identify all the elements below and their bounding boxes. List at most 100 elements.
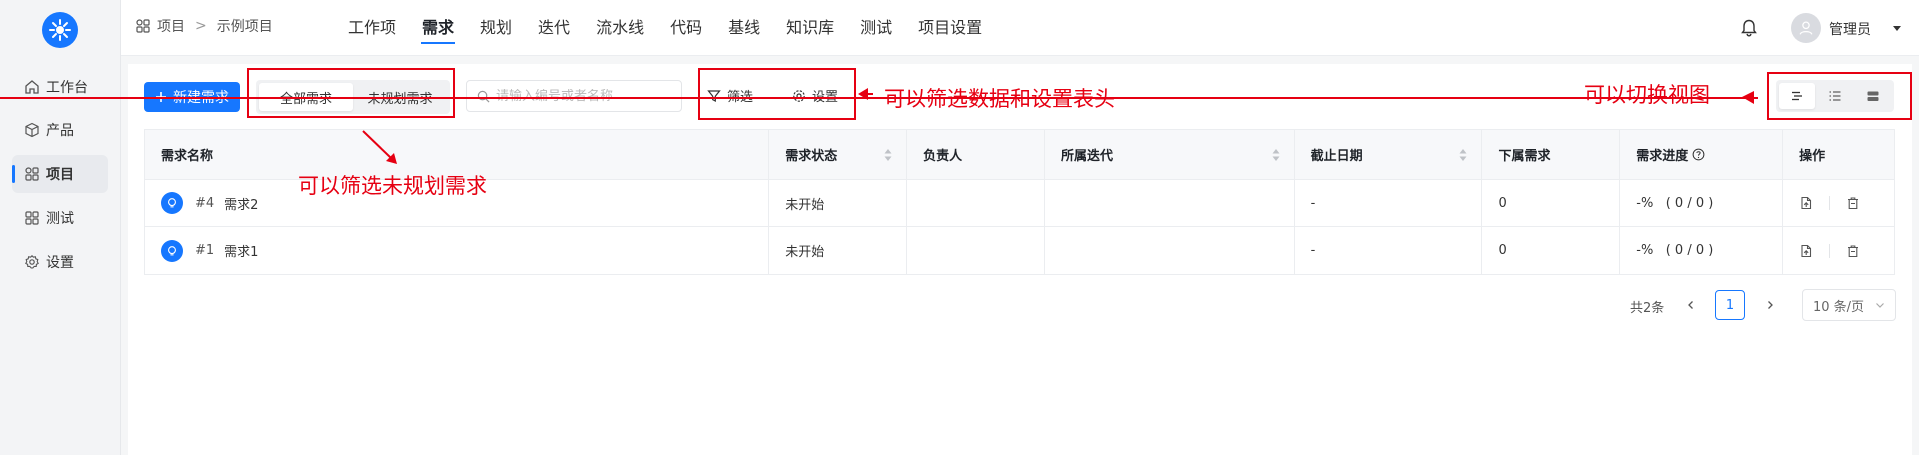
header-label: 截止日期 [1310, 149, 1363, 164]
user-icon [1799, 21, 1813, 35]
app-logo[interactable] [42, 12, 78, 48]
divider [1829, 196, 1831, 210]
grid-icon [24, 210, 40, 226]
header-label: 需求名称 [161, 149, 214, 164]
new-requirement-button[interactable]: 新建需求 [144, 82, 240, 112]
sidebar: 工作台 产品 项目 测试 设置 [0, 0, 121, 455]
status-cell[interactable]: 未开始 [769, 227, 908, 274]
tab-code[interactable]: 代码 [657, 0, 715, 56]
tab-planning[interactable]: 规划 [467, 0, 525, 56]
tab-project-settings[interactable]: 项目设置 [905, 0, 995, 56]
annotation-box-filter [698, 68, 856, 120]
top-header: 项目 > 示例项目 工作项 需求 规划 迭代 流水线 代码 基线 知识库 测试 … [121, 0, 1919, 56]
column-header-status[interactable]: 需求状态 [769, 130, 908, 179]
progress-cell: -% ( 0 / 0 ) [1620, 227, 1784, 274]
tab-test[interactable]: 测试 [847, 0, 905, 56]
column-header-due-date[interactable]: 截止日期 [1295, 130, 1483, 179]
tab-work-items[interactable]: 工作项 [335, 0, 409, 56]
breadcrumb: 项目 > 示例项目 [135, 16, 273, 36]
search-input[interactable] [496, 88, 666, 104]
plus-icon [156, 92, 166, 102]
divider [1829, 243, 1831, 258]
bell-icon[interactable] [1739, 18, 1759, 38]
requirement-title[interactable]: 需求2 [224, 194, 258, 213]
sidebar-item-workbench[interactable]: 工作台 [12, 68, 108, 106]
chevron-right-icon [1768, 301, 1773, 309]
page-number-button[interactable]: 1 [1715, 290, 1745, 320]
tab-pipeline[interactable]: 流水线 [583, 0, 657, 56]
new-requirement-label: 新建需求 [173, 90, 229, 106]
due-date-cell[interactable]: - [1295, 180, 1483, 226]
requirement-title[interactable]: 需求1 [224, 241, 258, 260]
tab-iterations[interactable]: 迭代 [525, 0, 583, 56]
sidebar-item-label: 测试 [46, 211, 74, 227]
sort-icon[interactable] [884, 148, 892, 162]
sidebar-item-settings[interactable]: 设置 [12, 243, 108, 281]
column-header-iteration[interactable]: 所属迭代 [1045, 130, 1295, 179]
help-icon[interactable] [1692, 148, 1705, 161]
sidebar-item-label: 设置 [46, 255, 74, 271]
requirements-table: 需求名称 需求状态 负责人 所属迭代 截止日期 下属需求 需求进度 操作 #4 … [144, 129, 1895, 275]
children-cell: 0 [1482, 227, 1621, 274]
table-row[interactable]: #1 需求1 未开始 - 0 -% ( 0 / 0 ) [145, 227, 1894, 274]
header-label: 操作 [1799, 149, 1826, 164]
caret-down-icon[interactable] [1891, 22, 1903, 34]
annotation-view-note: 可以切换视图 [1584, 83, 1710, 107]
children-cell: 0 [1482, 180, 1621, 226]
sidebar-item-test[interactable]: 测试 [12, 199, 108, 237]
export-file-icon[interactable] [1799, 244, 1813, 258]
search-box [466, 80, 682, 112]
requirement-type-icon [161, 239, 183, 262]
progress-cell: -% ( 0 / 0 ) [1620, 180, 1784, 226]
iteration-cell[interactable] [1045, 227, 1295, 274]
owner-cell[interactable] [907, 227, 1045, 274]
next-page-button[interactable] [1755, 290, 1785, 320]
requirement-code: #1 [195, 243, 215, 258]
prev-page-button[interactable] [1676, 290, 1706, 320]
sidebar-item-label: 工作台 [46, 80, 88, 96]
sidebar-item-project[interactable]: 项目 [12, 155, 108, 193]
column-header-owner: 负责人 [907, 130, 1045, 179]
sort-icon[interactable] [1272, 148, 1280, 162]
chevron-left-icon [1688, 301, 1693, 309]
sidebar-item-label: 项目 [46, 167, 74, 183]
gear-icon [24, 254, 40, 270]
status-cell[interactable]: 未开始 [769, 180, 908, 226]
header-label: 下属需求 [1498, 149, 1551, 164]
grid-icon [24, 166, 40, 182]
requirement-type-icon [161, 192, 183, 214]
search-icon [477, 90, 490, 102]
tab-knowledge-base[interactable]: 知识库 [773, 0, 847, 56]
sidebar-item-product[interactable]: 产品 [12, 111, 108, 149]
pagination-total: 共2条 [1630, 301, 1665, 316]
tab-requirements[interactable]: 需求 [409, 0, 467, 56]
breadcrumb-separator: > [195, 18, 207, 34]
header-label: 需求状态 [785, 149, 838, 164]
requirement-name-cell[interactable]: #1 需求1 [145, 227, 770, 274]
project-tabs: 工作项 需求 规划 迭代 流水线 代码 基线 知识库 测试 项目设置 [335, 0, 995, 56]
column-header-progress: 需求进度 [1620, 130, 1784, 179]
owner-cell[interactable] [907, 180, 1045, 226]
home-icon [24, 79, 40, 95]
tab-baseline[interactable]: 基线 [715, 0, 773, 56]
sort-icon[interactable] [1459, 148, 1467, 162]
chevron-down-icon [1876, 303, 1884, 308]
export-file-icon[interactable] [1799, 196, 1813, 210]
delete-icon[interactable] [1846, 196, 1860, 210]
page-size-select[interactable]: 10 条/页 [1802, 289, 1896, 321]
grid-icon [136, 19, 150, 33]
requirement-code: #4 [195, 195, 215, 211]
iteration-cell[interactable] [1045, 180, 1295, 226]
annotation-box-scope [247, 68, 455, 118]
annotation-unplanned-note: 可以筛选未规划需求 [298, 174, 487, 198]
logo-icon [49, 19, 71, 41]
due-date-cell[interactable]: - [1295, 227, 1483, 274]
column-header-children: 下属需求 [1482, 130, 1621, 179]
actions-cell [1783, 180, 1894, 226]
delete-icon[interactable] [1846, 244, 1860, 258]
actions-cell [1783, 227, 1894, 274]
header-label: 需求进度 [1636, 149, 1689, 164]
user-name[interactable]: 管理员 [1829, 19, 1871, 39]
avatar[interactable] [1791, 13, 1821, 43]
breadcrumb-root[interactable]: 项目 [157, 16, 185, 36]
